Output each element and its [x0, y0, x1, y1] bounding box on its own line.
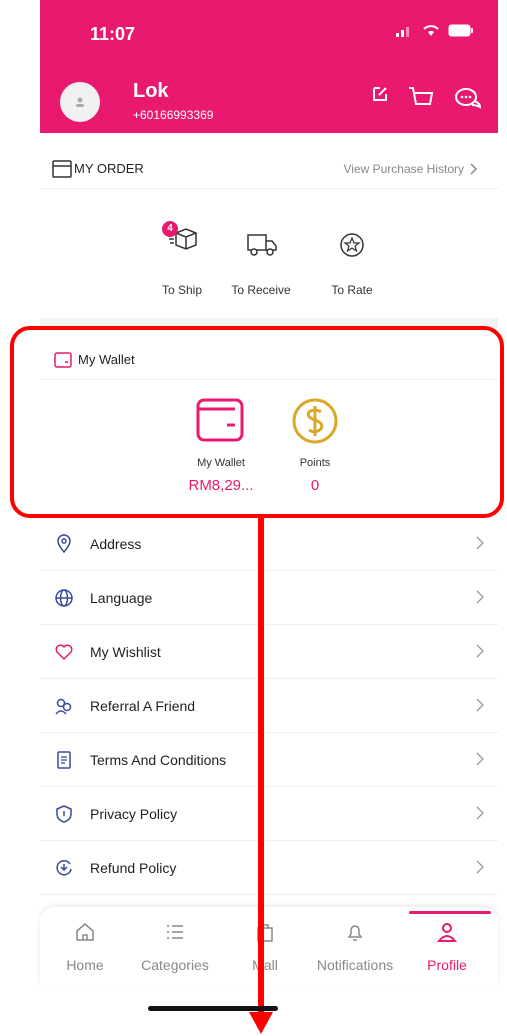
battery-icon	[448, 24, 473, 37]
menu-label-refund: Refund Policy	[90, 859, 177, 876]
to-ship-label: To Ship	[161, 283, 203, 297]
chevron-right-icon	[476, 752, 484, 766]
list-icon	[167, 925, 183, 939]
signal-icon	[396, 26, 409, 37]
tab-label-categories: Categories	[141, 957, 209, 973]
status-icons	[396, 24, 474, 37]
profile-header: 11:07 Lok +60166993369	[40, 0, 498, 133]
view-purchase-history-link[interactable]: View Purchase History	[344, 162, 479, 176]
truck-icon	[247, 234, 277, 256]
profile-menu-list: Address Language My Wishlist Referral A …	[40, 517, 498, 895]
heart-icon	[55, 644, 73, 661]
wallet-highlight-annotation	[10, 326, 504, 518]
menu-item-address[interactable]: Address	[40, 517, 498, 571]
globe-icon	[55, 589, 73, 607]
menu-item-privacy[interactable]: Privacy Policy	[40, 787, 498, 841]
chevron-right-icon	[476, 860, 484, 874]
my-order-title: MY ORDER	[74, 161, 144, 176]
menu-label-language: Language	[90, 589, 153, 606]
order-item-to-receive[interactable]: To Receive	[221, 215, 301, 305]
wifi-icon	[423, 25, 439, 36]
star-icon	[340, 233, 364, 257]
order-status-row: 4 To Ship To Receive To Rate	[40, 215, 498, 315]
tab-label-mall: Mall	[252, 957, 278, 973]
menu-item-language[interactable]: Language	[40, 571, 498, 625]
tab-mall[interactable]: Mall	[220, 907, 310, 987]
chevron-right-icon	[476, 806, 484, 820]
shield-icon	[56, 805, 72, 823]
user-placeholder-icon	[76, 97, 84, 107]
chevron-right-icon	[476, 590, 484, 604]
menu-label-terms: Terms And Conditions	[90, 751, 227, 768]
menu-item-refund[interactable]: Refund Policy	[40, 841, 498, 895]
tab-home[interactable]: Home	[40, 907, 130, 987]
menu-label-referral: Referral A Friend	[90, 697, 196, 714]
menu-label-address: Address	[90, 535, 142, 552]
home-icon	[76, 923, 94, 941]
home-indicator	[148, 1006, 278, 1011]
tab-label-notifications: Notifications	[316, 957, 394, 973]
menu-label-wishlist: My Wishlist	[90, 643, 161, 660]
to-ship-badge: 4	[162, 221, 178, 237]
status-time: 11:07	[90, 24, 136, 44]
bell-icon	[347, 925, 363, 941]
menu-item-terms[interactable]: Terms And Conditions	[40, 733, 498, 787]
view-purchase-history-label: View Purchase History	[343, 161, 465, 176]
order-box-icon	[52, 159, 72, 178]
chat-icon[interactable]	[454, 87, 482, 109]
location-pin-icon	[57, 534, 71, 554]
tab-label-home: Home	[66, 957, 104, 973]
chevron-right-icon	[470, 162, 478, 175]
to-rate-label: To Rate	[331, 283, 373, 297]
order-item-to-rate[interactable]: To Rate	[312, 215, 392, 305]
person-icon	[436, 923, 458, 942]
bottom-tab-bar: Home Categories Mall Notifications Profi…	[40, 907, 498, 987]
chevron-right-icon	[476, 536, 484, 550]
menu-item-referral[interactable]: Referral A Friend	[40, 679, 498, 733]
user-name: Lok	[133, 80, 169, 102]
tab-categories[interactable]: Categories	[130, 907, 220, 987]
chevron-right-icon	[476, 698, 484, 712]
annotation-arrow-line	[258, 518, 264, 1018]
tab-notifications[interactable]: Notifications	[310, 907, 400, 987]
people-icon	[55, 698, 72, 715]
avatar[interactable]	[60, 82, 100, 122]
document-icon	[57, 751, 71, 769]
tab-label-profile: Profile	[427, 957, 467, 973]
user-phone: +60166993369	[133, 108, 214, 122]
menu-item-wishlist[interactable]: My Wishlist	[40, 625, 498, 679]
refund-icon	[56, 860, 72, 876]
my-order-header: MY ORDER View Purchase History	[40, 149, 498, 189]
profile-screen: 11:07 Lok +60166993369 MY ORDER View Pur…	[40, 0, 498, 1036]
menu-label-privacy: Privacy Policy	[90, 805, 178, 822]
cart-icon[interactable]	[408, 86, 434, 110]
tab-profile[interactable]: Profile	[402, 907, 492, 987]
chevron-right-icon	[476, 644, 484, 658]
order-item-to-ship[interactable]: 4 To Ship	[142, 215, 222, 305]
annotation-arrow-head	[249, 1012, 273, 1034]
edit-icon[interactable]	[370, 84, 390, 104]
to-receive-label: To Receive	[231, 283, 291, 297]
